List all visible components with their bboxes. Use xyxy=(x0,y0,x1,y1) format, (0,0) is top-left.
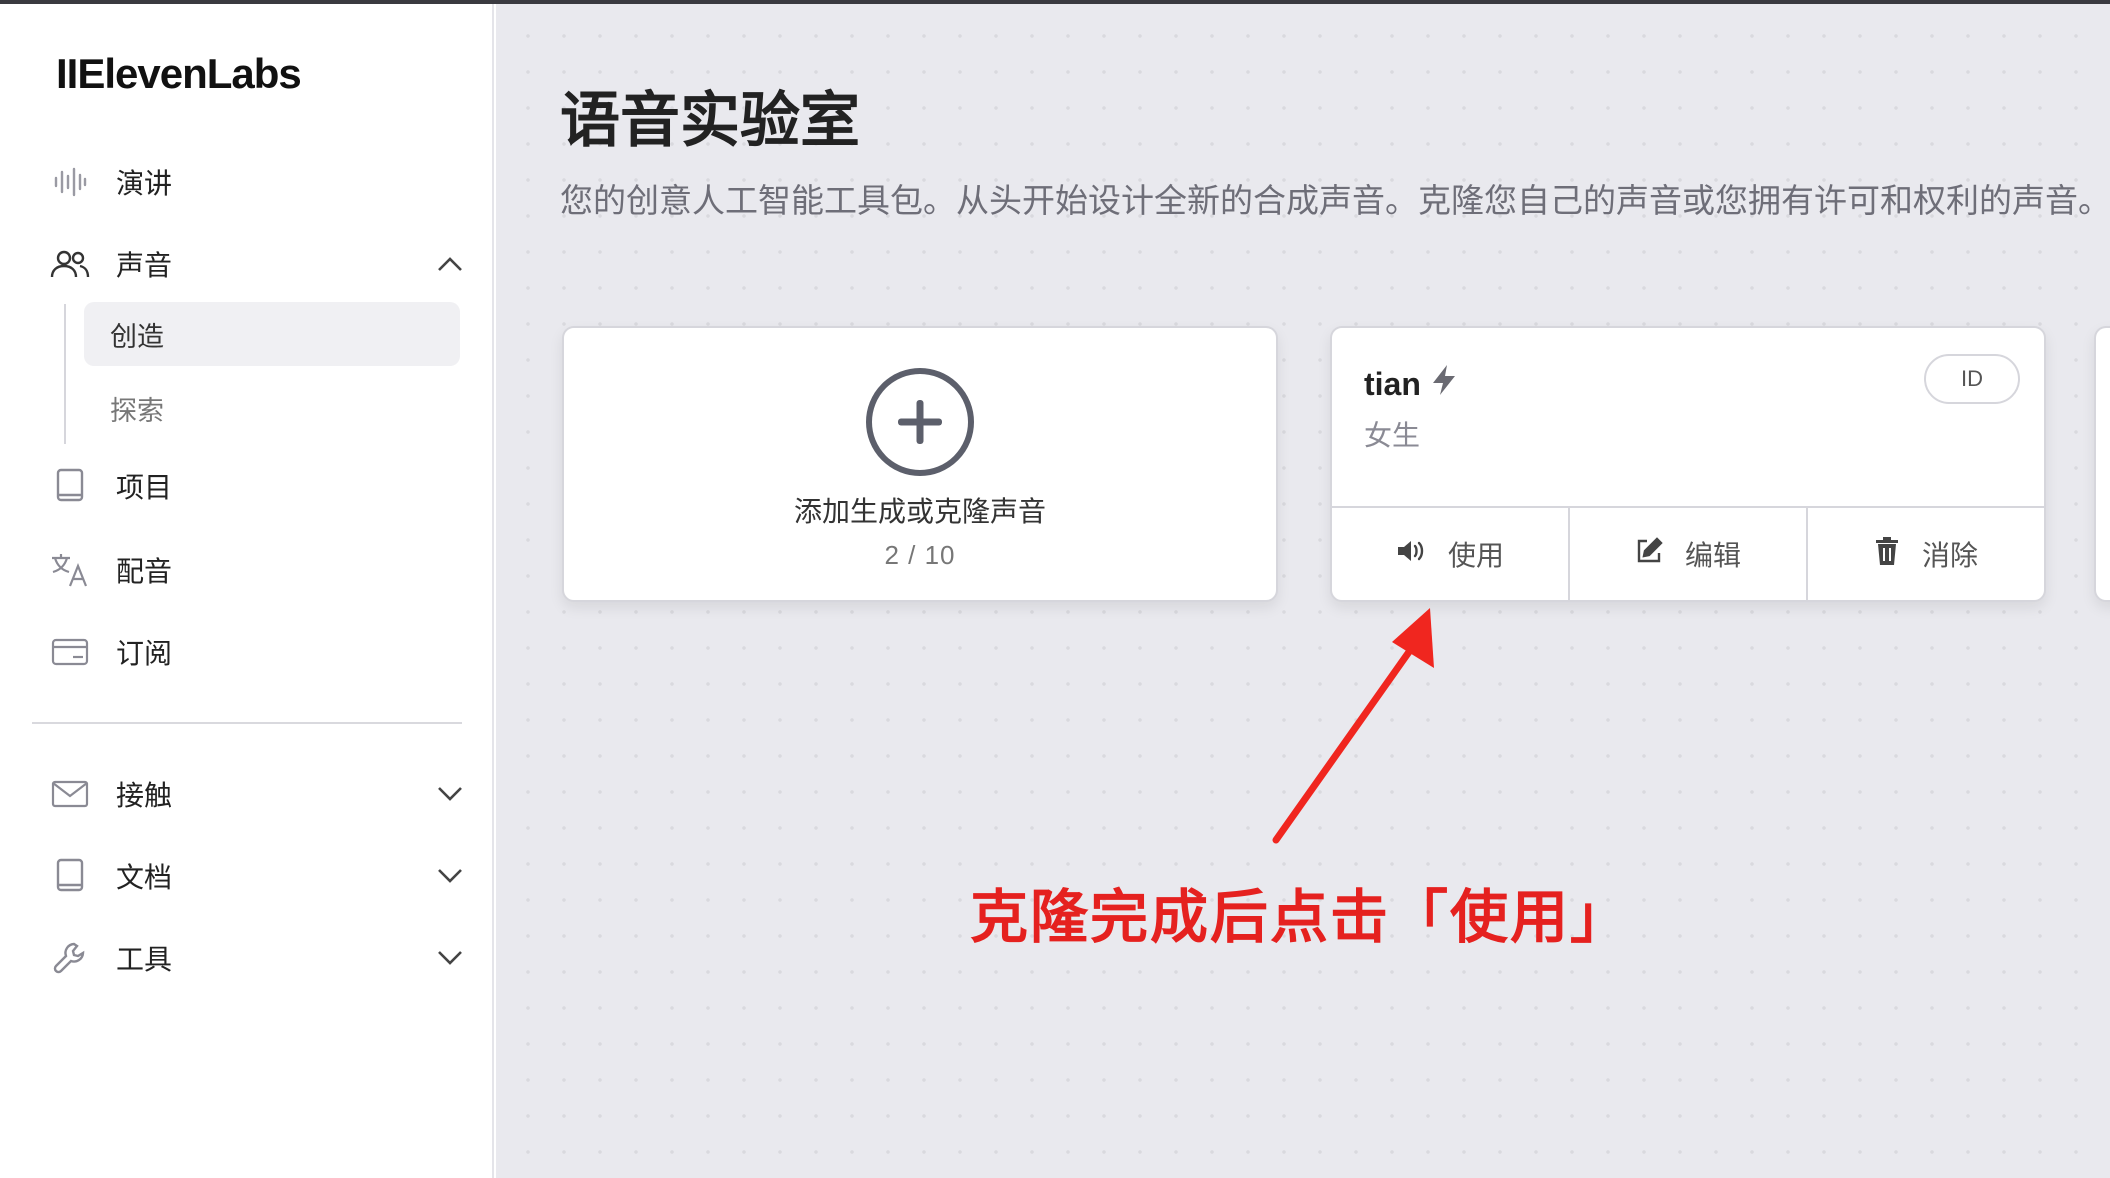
sidebar-item-label: 工具 xyxy=(116,943,173,976)
sidebar-item-projects[interactable]: 项目 xyxy=(48,454,468,518)
sidebar-item-label: 演讲 xyxy=(116,167,173,200)
subnav-line xyxy=(64,304,66,444)
annotation-text: 克隆完成后点击「使用」 xyxy=(970,883,1631,951)
sidebar-item-subscription[interactable]: 订阅 xyxy=(48,620,468,684)
sidebar-item-label: 文档 xyxy=(116,861,173,894)
book-icon xyxy=(48,854,92,898)
sidebar-item-tools[interactable]: 工具 xyxy=(48,926,468,990)
card-icon xyxy=(48,630,92,674)
mail-icon xyxy=(48,772,92,816)
sidebar-item-dubbing[interactable]: 配音 xyxy=(48,538,468,602)
users-icon xyxy=(48,242,92,286)
sidebar-item-label: 接触 xyxy=(116,779,173,812)
sidebar-item-voices[interactable]: 声音 xyxy=(48,232,468,296)
translate-icon xyxy=(48,548,92,592)
main-content: 语音实验室 您的创意人工智能工具包。从头开始设计全新的合成声音。克隆您自己的声音… xyxy=(496,4,2110,1178)
sidebar-item-label: 声音 xyxy=(116,249,173,282)
sidebar-item-label: 订阅 xyxy=(116,637,173,670)
chevron-down-icon[interactable] xyxy=(432,940,468,976)
waveform-icon xyxy=(48,160,92,204)
sidebar-item-label: 项目 xyxy=(116,471,173,504)
sidebar: IIElevenLabs 演讲 声音 创造 探索 项目 配音 订阅 接触 文档 … xyxy=(0,4,494,1178)
wrench-icon xyxy=(48,936,92,980)
sidebar-item-contact[interactable]: 接触 xyxy=(48,762,468,826)
sidebar-item-docs[interactable]: 文档 xyxy=(48,844,468,908)
sidebar-subitem-explore[interactable]: 探索 xyxy=(84,376,460,440)
sidebar-item-speech[interactable]: 演讲 xyxy=(48,150,468,214)
logo[interactable]: IIElevenLabs xyxy=(56,50,302,98)
chevron-down-icon[interactable] xyxy=(432,776,468,812)
chevron-down-icon[interactable] xyxy=(432,858,468,894)
annotation-arrow xyxy=(1272,608,1434,844)
chevron-up-icon[interactable] xyxy=(432,246,468,282)
book-icon xyxy=(48,464,92,508)
sidebar-divider xyxy=(32,722,462,724)
sidebar-subitem-create[interactable]: 创造 xyxy=(84,302,460,366)
sidebar-item-label: 配音 xyxy=(116,555,173,588)
